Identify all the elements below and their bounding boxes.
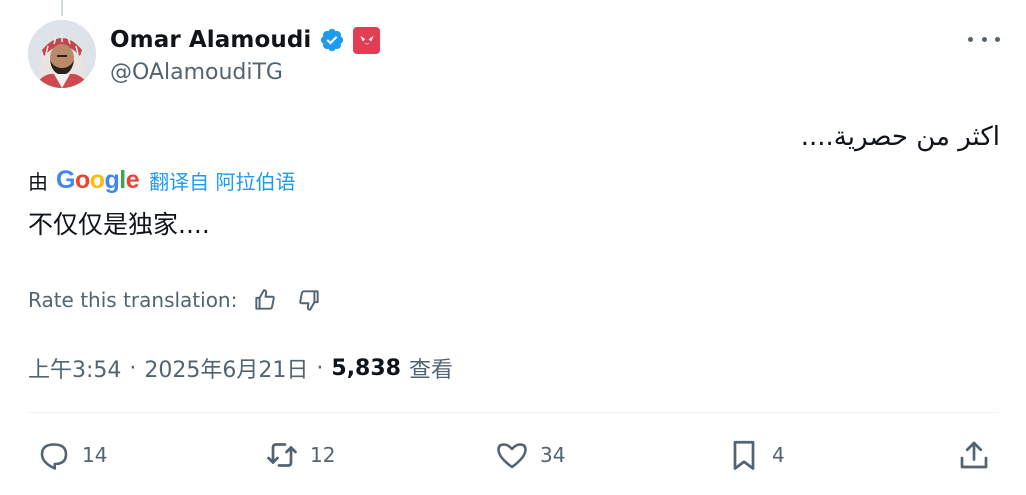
verified-badge-icon[interactable] (319, 27, 345, 53)
repost-button[interactable]: 12 (264, 436, 335, 474)
more-options-button[interactable] (968, 26, 1000, 52)
author-name-row: Omar Alamoudi (110, 24, 381, 56)
repost-arrows-icon (267, 443, 297, 467)
google-logo: Google (56, 166, 140, 194)
tweet-detail: Omar Alamoudi @OAlamoudiTG اكثر من حصرية… (0, 0, 1026, 495)
thumbs-down-icon (299, 290, 320, 311)
like-button[interactable]: 34 (494, 436, 565, 474)
heart-icon (497, 443, 527, 469)
bookmark-icon (733, 440, 755, 470)
bookmark-count: 4 (772, 443, 785, 467)
repost-count: 12 (310, 443, 336, 467)
divider (28, 412, 999, 413)
more-dot-icon (981, 36, 987, 42)
meta-separator: · (129, 355, 137, 381)
translation-attribution: 由 Google 翻译自 阿拉伯语 (28, 166, 296, 195)
translated-from-link[interactable]: 翻译自 阿拉伯语 (149, 166, 295, 195)
views-count: 5,838 (331, 355, 401, 381)
translated-by-label: 由 (28, 170, 48, 194)
thumbs-up-button[interactable] (249, 284, 281, 316)
thread-connector-line (61, 0, 63, 16)
translated-text: 不仅仅是独家.... (28, 210, 210, 239)
share-button[interactable] (956, 436, 992, 474)
affiliation-badge[interactable] (353, 26, 381, 54)
reply-count: 14 (82, 443, 108, 467)
tweet-meta: 上午3:54 · 2025年6月21日 · 5,838 查看 (28, 352, 453, 384)
tweet-time[interactable]: 上午3:54 (28, 352, 121, 384)
affiliation-logo-icon (360, 35, 374, 45)
thumbs-down-button[interactable] (293, 284, 325, 316)
tweet-text: اكثر من حصرية.... (800, 122, 1000, 152)
views-label: 查看 (408, 358, 453, 383)
share-upload-icon (960, 441, 988, 469)
more-dot-icon (968, 36, 973, 42)
tweet-date[interactable]: 2025年6月21日 (144, 352, 308, 384)
reply-button[interactable]: 14 (36, 436, 107, 474)
like-count: 34 (540, 443, 566, 467)
author-handle[interactable]: @OAlamoudiTG (110, 60, 283, 85)
rate-translation-label: Rate this translation: (28, 288, 238, 312)
avatar[interactable] (28, 20, 96, 88)
rate-translation-row: Rate this translation: (28, 284, 325, 316)
speech-bubble-icon (40, 443, 68, 470)
bookmark-button[interactable]: 4 (726, 436, 785, 474)
author-display-name[interactable]: Omar Alamoudi (110, 27, 311, 53)
meta-separator: · (316, 355, 324, 381)
thumbs-up-icon (255, 289, 276, 310)
more-dot-icon (995, 36, 1000, 42)
